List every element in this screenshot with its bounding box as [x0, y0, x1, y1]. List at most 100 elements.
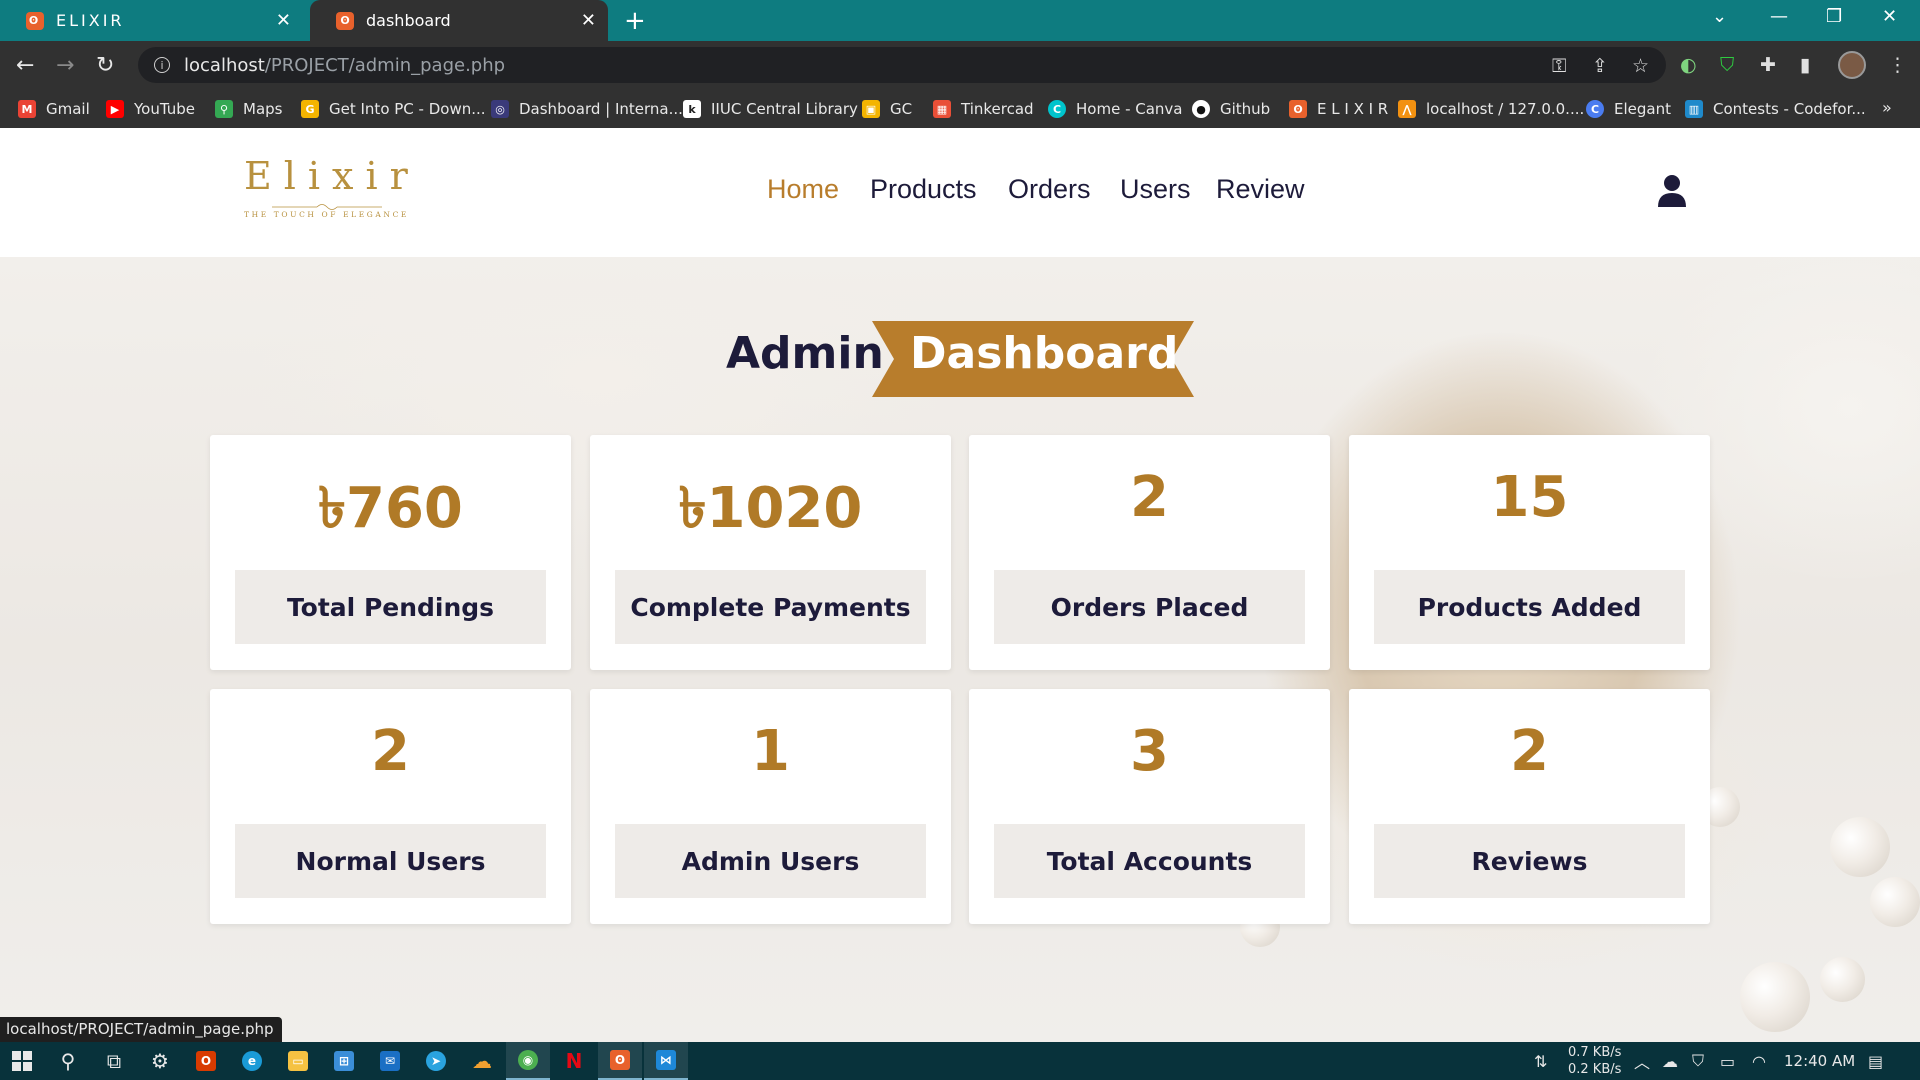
site-logo[interactable]: Elixir THE TOUCH OF ELEGANCE — [244, 154, 409, 234]
bookmark-tinkercad[interactable]: ▦ Tinkercad — [933, 90, 1034, 128]
extensions-puzzle-icon[interactable]: ✚ — [1760, 54, 1776, 76]
bookmark-maps[interactable]: ⚲ Maps — [215, 90, 282, 128]
share-icon[interactable]: ⇪ — [1592, 55, 1608, 77]
user-account-icon[interactable] — [1657, 174, 1687, 208]
bookmark-iiuc-dashboard[interactable]: ◎ Dashboard | Interna... — [491, 90, 683, 128]
nav-review[interactable]: Review — [1216, 174, 1305, 205]
bookmark-gc[interactable]: ▣ GC — [862, 90, 912, 128]
show-hidden-icons-chevron-icon[interactable]: ︿ — [1634, 1042, 1650, 1080]
windows-taskbar: ⚲ ⧉ ⚙ O e ▭ ⊞ ✉ ➤ ☁ ◉ N ʘ ⋈ ⇅ 0.7 KB/s 0… — [0, 1042, 1920, 1080]
new-tab-button[interactable]: + — [624, 6, 646, 36]
mail-icon[interactable]: ✉ — [368, 1042, 412, 1080]
site-info-icon[interactable]: i — [154, 57, 170, 73]
extension-icon[interactable]: ◐ — [1680, 54, 1697, 76]
url-path: /PROJECT/admin_page.php — [264, 54, 506, 76]
xampp-icon: ʘ — [1289, 100, 1307, 118]
notifications-icon[interactable]: ▤ — [1868, 1042, 1883, 1080]
stat-label[interactable]: Normal Users — [235, 824, 546, 898]
search-icon[interactable]: ⚲ — [46, 1042, 90, 1080]
youtube-icon: ▶ — [106, 100, 124, 118]
cloud-app-icon[interactable]: ☁ — [460, 1042, 504, 1080]
bookmarks-overflow-button[interactable]: » — [1882, 98, 1892, 117]
link-status-bubble: localhost/PROJECT/admin_page.php — [0, 1017, 282, 1042]
adblock-shield-icon[interactable]: ⛉ — [1720, 54, 1734, 76]
tab-search-icon[interactable]: ⌄ — [1712, 6, 1727, 27]
window-close-button[interactable]: ✕ — [1882, 6, 1897, 27]
browser-tab-elixir[interactable]: ʘ ELIXIR ✕ — [0, 0, 306, 41]
bookmark-codeforces[interactable]: ▥ Contests - Codefor... — [1685, 90, 1866, 128]
bookmark-label: Home - Canva — [1076, 100, 1183, 118]
stat-label[interactable]: Total Pendings — [235, 570, 546, 644]
stat-card-complete-payments: ৳1020 Complete Payments — [590, 435, 951, 670]
bookmark-label: E L I X I R — [1317, 100, 1389, 118]
nav-products[interactable]: Products — [870, 174, 977, 205]
classroom-icon: ▣ — [862, 100, 880, 118]
onedrive-icon[interactable]: ☁ — [1662, 1042, 1678, 1080]
stat-label[interactable]: Total Accounts — [994, 824, 1305, 898]
stat-value: 15 — [1490, 465, 1569, 530]
pearl-decoration — [1830, 817, 1890, 877]
bookmark-canva[interactable]: C Home - Canva — [1048, 90, 1183, 128]
netflix-icon[interactable]: N — [552, 1042, 596, 1080]
minimize-button[interactable]: — — [1770, 6, 1788, 27]
bookmark-iiuc-library[interactable]: k IIUC Central Library — [683, 90, 858, 128]
stat-label[interactable]: Products Added — [1374, 570, 1685, 644]
password-key-icon[interactable]: ⚿ — [1552, 55, 1566, 77]
xampp-icon[interactable]: ʘ — [598, 1042, 642, 1080]
clock[interactable]: 12:40 AM — [1784, 1042, 1855, 1080]
nav-users[interactable]: Users — [1120, 174, 1191, 205]
bookmark-phpmyadmin[interactable]: ⋀ localhost / 127.0.0.... — [1398, 90, 1584, 128]
stat-label[interactable]: Admin Users — [615, 824, 926, 898]
address-bar[interactable]: i localhost/PROJECT/admin_page.php ⚿ ⇪ ☆ — [138, 47, 1666, 83]
side-panel-icon[interactable]: ▮ — [1800, 54, 1810, 76]
wifi-icon[interactable]: ◠ — [1752, 1042, 1766, 1080]
close-tab-icon[interactable]: ✕ — [276, 10, 294, 31]
getintopc-icon: G — [301, 100, 319, 118]
network-speed: 0.7 KB/s 0.2 KB/s — [1568, 1044, 1621, 1078]
bookmark-gmail[interactable]: M Gmail — [18, 90, 90, 128]
network-speed-arrows-icon: ⇅ — [1534, 1051, 1548, 1071]
forward-icon[interactable]: → — [56, 53, 74, 78]
codeforces-icon: ▥ — [1685, 100, 1703, 118]
tab-title: ELIXIR — [56, 11, 125, 30]
address-url[interactable]: localhost/PROJECT/admin_page.php — [184, 55, 505, 76]
office-icon[interactable]: O — [184, 1042, 228, 1080]
telegram-icon[interactable]: ➤ — [414, 1042, 458, 1080]
stat-label[interactable]: Reviews — [1374, 824, 1685, 898]
close-tab-icon[interactable]: ✕ — [581, 10, 596, 31]
settings-gear-icon[interactable]: ⚙ — [138, 1042, 182, 1080]
back-icon[interactable]: ← — [16, 53, 34, 78]
tinkercad-icon: ▦ — [933, 100, 951, 118]
stat-label[interactable]: Complete Payments — [615, 570, 926, 644]
bookmark-getintopc[interactable]: G Get Into PC - Down... — [301, 90, 486, 128]
nav-orders[interactable]: Orders — [1008, 174, 1091, 205]
profile-avatar[interactable] — [1838, 51, 1866, 79]
windows-start-icon[interactable] — [0, 1042, 44, 1080]
menu-kebab-icon[interactable]: ⋮ — [1888, 54, 1907, 76]
bookmark-youtube[interactable]: ▶ YouTube — [106, 90, 195, 128]
bookmark-label: Tinkercad — [961, 100, 1034, 118]
chrome-icon[interactable]: ◉ — [506, 1042, 550, 1080]
stat-value: 3 — [1130, 719, 1169, 784]
task-view-icon[interactable]: ⧉ — [92, 1042, 136, 1080]
edge-icon[interactable]: e — [230, 1042, 274, 1080]
file-explorer-icon[interactable]: ▭ — [276, 1042, 320, 1080]
battery-icon[interactable]: ▭ — [1720, 1042, 1735, 1080]
stat-label[interactable]: Orders Placed — [994, 570, 1305, 644]
vscode-icon[interactable]: ⋈ — [644, 1042, 688, 1080]
bookmark-github[interactable]: ● Github — [1192, 90, 1270, 128]
reload-icon[interactable]: ↻ — [96, 53, 114, 78]
bookmark-label: GC — [890, 100, 913, 118]
browser-tab-dashboard[interactable]: ʘ dashboard ✕ — [310, 0, 608, 41]
microsoft-store-icon[interactable]: ⊞ — [322, 1042, 366, 1080]
net-down-speed: 0.7 KB/s — [1568, 1045, 1622, 1060]
bookmark-elixir[interactable]: ʘE L I X I R — [1289, 90, 1388, 128]
stat-value: ৳1020 — [678, 476, 863, 541]
security-shield-icon[interactable]: ⛉ — [1692, 1042, 1704, 1080]
nav-home[interactable]: Home — [767, 174, 839, 205]
bookmark-label: Elegant — [1614, 100, 1671, 118]
bookmark-elegant[interactable]: C Elegant — [1586, 90, 1671, 128]
iiuc-icon: ◎ — [491, 100, 509, 118]
bookmark-star-icon[interactable]: ☆ — [1632, 55, 1649, 77]
restore-button[interactable]: ❐ — [1826, 6, 1842, 27]
